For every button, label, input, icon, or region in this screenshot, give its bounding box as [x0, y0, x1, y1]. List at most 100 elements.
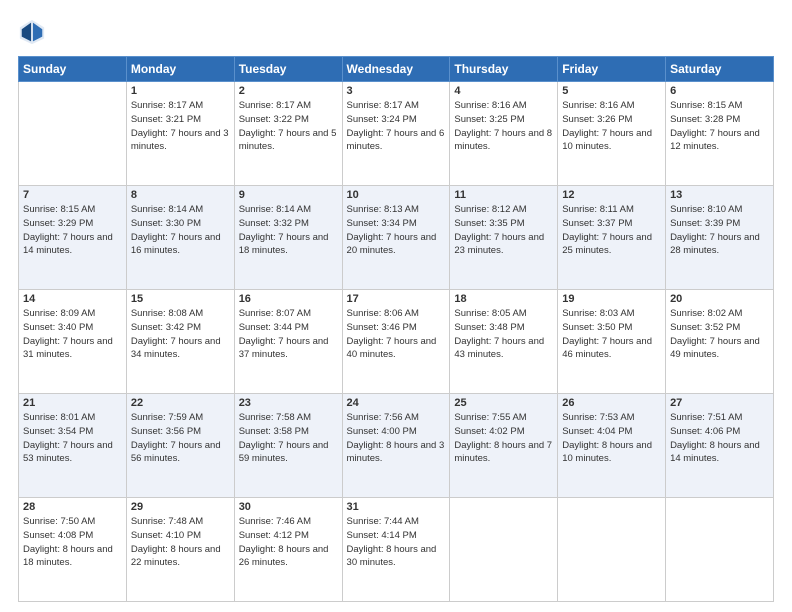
day-info: Sunrise: 8:01 AMSunset: 3:54 PMDaylight:… — [23, 411, 122, 466]
calendar-cell: 10 Sunrise: 8:13 AMSunset: 3:34 PMDayligh… — [342, 186, 450, 290]
calendar-cell: 15Sunrise: 8:08 AMSunset: 3:42 PMDayligh… — [126, 290, 234, 394]
day-number: 24 — [347, 397, 446, 409]
day-info: Sunrise: 8:08 AMSunset: 3:42 PMDaylight:… — [131, 307, 230, 362]
day-number: 29 — [131, 501, 230, 513]
calendar-cell: 7 Sunrise: 8:15 AMSunset: 3:29 PMDaylight… — [19, 186, 127, 290]
day-info: Sunrise: 7:59 AMSunset: 3:56 PMDaylight:… — [131, 411, 230, 466]
day-info: Sunrise: 7:58 AMSunset: 3:58 PMDaylight:… — [239, 411, 338, 466]
calendar-cell: 19 Sunrise: 8:03 AMSunset: 3:50 PMDayligh… — [558, 290, 666, 394]
calendar-cell: 6Sunrise: 8:15 AMSunset: 3:28 PMDaylight… — [666, 82, 774, 186]
day-number: 22 — [131, 397, 230, 409]
day-info: Sunrise: 8:17 AMSunset: 3:22 PMDaylight:… — [239, 99, 338, 154]
calendar-cell: 28 Sunrise: 7:50 AMSunset: 4:08 PMDayligh… — [19, 498, 127, 602]
calendar-cell — [666, 498, 774, 602]
calendar-cell: 17 Sunrise: 8:06 AMSunset: 3:46 PMDayligh… — [342, 290, 450, 394]
calendar-cell: 22 Sunrise: 7:59 AMSunset: 3:56 PMDayligh… — [126, 394, 234, 498]
day-info: Sunrise: 7:55 AMSunset: 4:02 PMDaylight:… — [454, 411, 553, 466]
day-info: Sunrise: 7:48 AMSunset: 4:10 PMDaylight:… — [131, 515, 230, 570]
day-info: Sunrise: 8:15 AMSunset: 3:29 PMDaylight:… — [23, 203, 122, 258]
weekday-header-saturday: Saturday — [666, 57, 774, 82]
calendar-cell: 24 Sunrise: 7:56 AMSunset: 4:00 PMDayligh… — [342, 394, 450, 498]
week-row-3: 14 Sunrise: 8:09 AMSunset: 3:40 PMDayligh… — [19, 290, 774, 394]
day-number: 10 — [347, 189, 446, 201]
week-row-1: 1Sunrise: 8:17 AMSunset: 3:21 PMDaylight… — [19, 82, 774, 186]
day-info: Sunrise: 8:17 AMSunset: 3:24 PMDaylight:… — [347, 99, 446, 154]
calendar-cell — [19, 82, 127, 186]
day-info: Sunrise: 7:50 AMSunset: 4:08 PMDaylight:… — [23, 515, 122, 570]
calendar-cell: 29 Sunrise: 7:48 AMSunset: 4:10 PMDayligh… — [126, 498, 234, 602]
day-info: Sunrise: 8:05 AMSunset: 3:48 PMDaylight:… — [454, 307, 553, 362]
calendar-cell: 26Sunrise: 7:53 AMSunset: 4:04 PMDayligh… — [558, 394, 666, 498]
day-info: Sunrise: 8:03 AMSunset: 3:50 PMDaylight:… — [562, 307, 661, 362]
day-info: Sunrise: 8:14 AMSunset: 3:30 PMDaylight:… — [131, 203, 230, 258]
weekday-header-friday: Friday — [558, 57, 666, 82]
day-number: 25 — [454, 397, 553, 409]
day-info: Sunrise: 8:07 AMSunset: 3:44 PMDaylight:… — [239, 307, 338, 362]
calendar-cell: 5Sunrise: 8:16 AMSunset: 3:26 PMDaylight… — [558, 82, 666, 186]
day-number: 23 — [239, 397, 338, 409]
week-row-4: 21 Sunrise: 8:01 AMSunset: 3:54 PMDayligh… — [19, 394, 774, 498]
calendar-cell — [450, 498, 558, 602]
day-number: 18 — [454, 293, 553, 305]
day-info: Sunrise: 7:51 AMSunset: 4:06 PMDaylight:… — [670, 411, 769, 466]
day-number: 30 — [239, 501, 338, 513]
day-info: Sunrise: 7:56 AMSunset: 4:00 PMDaylight:… — [347, 411, 446, 466]
day-number: 2 — [239, 85, 338, 97]
week-row-5: 28 Sunrise: 7:50 AMSunset: 4:08 PMDayligh… — [19, 498, 774, 602]
day-number: 8 — [131, 189, 230, 201]
day-number: 21 — [23, 397, 122, 409]
weekday-header-sunday: Sunday — [19, 57, 127, 82]
day-number: 7 — [23, 189, 122, 201]
calendar-cell: 30 Sunrise: 7:46 AMSunset: 4:12 PMDayligh… — [234, 498, 342, 602]
calendar-cell: 18 Sunrise: 8:05 AMSunset: 3:48 PMDayligh… — [450, 290, 558, 394]
day-number: 27 — [670, 397, 769, 409]
calendar-cell — [558, 498, 666, 602]
day-number: 1 — [131, 85, 230, 97]
weekday-header-row: SundayMondayTuesdayWednesdayThursdayFrid… — [19, 57, 774, 82]
day-number: 14 — [23, 293, 122, 305]
calendar-cell: 9Sunrise: 8:14 AMSunset: 3:32 PMDaylight… — [234, 186, 342, 290]
day-number: 3 — [347, 85, 446, 97]
day-info: Sunrise: 8:06 AMSunset: 3:46 PMDaylight:… — [347, 307, 446, 362]
day-number: 17 — [347, 293, 446, 305]
day-info: Sunrise: 8:09 AMSunset: 3:40 PMDaylight:… — [23, 307, 122, 362]
calendar-table: SundayMondayTuesdayWednesdayThursdayFrid… — [18, 56, 774, 602]
day-number: 12 — [562, 189, 661, 201]
day-info: Sunrise: 8:11 AMSunset: 3:37 PMDaylight:… — [562, 203, 661, 258]
calendar-cell: 16Sunrise: 8:07 AMSunset: 3:44 PMDayligh… — [234, 290, 342, 394]
calendar-cell: 20Sunrise: 8:02 AMSunset: 3:52 PMDayligh… — [666, 290, 774, 394]
day-info: Sunrise: 8:14 AMSunset: 3:32 PMDaylight:… — [239, 203, 338, 258]
weekday-header-tuesday: Tuesday — [234, 57, 342, 82]
logo — [18, 18, 50, 46]
calendar-cell: 12 Sunrise: 8:11 AMSunset: 3:37 PMDayligh… — [558, 186, 666, 290]
calendar-cell: 13Sunrise: 8:10 AMSunset: 3:39 PMDayligh… — [666, 186, 774, 290]
day-number: 11 — [454, 189, 553, 201]
day-info: Sunrise: 7:46 AMSunset: 4:12 PMDaylight:… — [239, 515, 338, 570]
weekday-header-thursday: Thursday — [450, 57, 558, 82]
calendar-cell: 21 Sunrise: 8:01 AMSunset: 3:54 PMDayligh… — [19, 394, 127, 498]
weekday-header-monday: Monday — [126, 57, 234, 82]
day-number: 13 — [670, 189, 769, 201]
day-number: 4 — [454, 85, 553, 97]
page: SundayMondayTuesdayWednesdayThursdayFrid… — [0, 0, 792, 612]
weekday-header-wednesday: Wednesday — [342, 57, 450, 82]
day-info: Sunrise: 7:44 AMSunset: 4:14 PMDaylight:… — [347, 515, 446, 570]
day-number: 31 — [347, 501, 446, 513]
day-info: Sunrise: 8:16 AMSunset: 3:26 PMDaylight:… — [562, 99, 661, 154]
calendar-cell: 11Sunrise: 8:12 AMSunset: 3:35 PMDayligh… — [450, 186, 558, 290]
calendar-cell: 31 Sunrise: 7:44 AMSunset: 4:14 PMDayligh… — [342, 498, 450, 602]
calendar-cell: 25 Sunrise: 7:55 AMSunset: 4:02 PMDayligh… — [450, 394, 558, 498]
calendar-cell: 1Sunrise: 8:17 AMSunset: 3:21 PMDaylight… — [126, 82, 234, 186]
calendar-cell: 27 Sunrise: 7:51 AMSunset: 4:06 PMDayligh… — [666, 394, 774, 498]
calendar-cell: 14 Sunrise: 8:09 AMSunset: 3:40 PMDayligh… — [19, 290, 127, 394]
day-number: 28 — [23, 501, 122, 513]
week-row-2: 7 Sunrise: 8:15 AMSunset: 3:29 PMDaylight… — [19, 186, 774, 290]
day-number: 20 — [670, 293, 769, 305]
day-number: 19 — [562, 293, 661, 305]
day-number: 6 — [670, 85, 769, 97]
day-info: Sunrise: 8:13 AMSunset: 3:34 PMDaylight:… — [347, 203, 446, 258]
calendar-cell: 3 Sunrise: 8:17 AMSunset: 3:24 PMDaylight… — [342, 82, 450, 186]
calendar-cell: 23 Sunrise: 7:58 AMSunset: 3:58 PMDayligh… — [234, 394, 342, 498]
calendar-cell: 4Sunrise: 8:16 AMSunset: 3:25 PMDaylight… — [450, 82, 558, 186]
day-info: Sunrise: 7:53 AMSunset: 4:04 PMDaylight:… — [562, 411, 661, 466]
